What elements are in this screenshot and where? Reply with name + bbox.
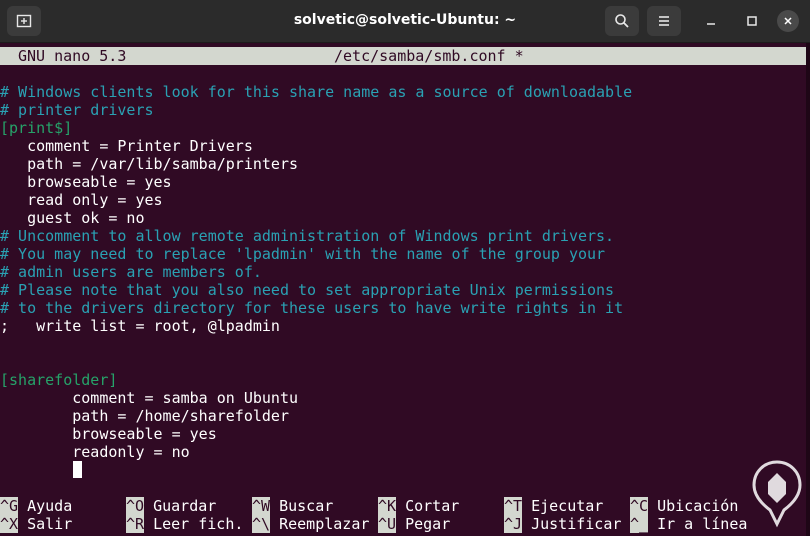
editor-line: browseable = yes [0, 173, 172, 191]
shortcut-label: Justificar [531, 515, 622, 533]
text-cursor [73, 461, 82, 478]
shortcut-key: ^K [378, 497, 397, 515]
maximize-button[interactable] [741, 10, 763, 32]
nano-version: GNU nano 5.3 [18, 47, 127, 65]
shortcut-item[interactable]: ^K Cortar [378, 497, 459, 515]
shortcut-key: ^J [504, 515, 523, 533]
editor-line: # Uncomment to allow remote administrati… [0, 227, 615, 245]
shortcut-item[interactable]: ^T Ejecutar [504, 497, 603, 515]
minimize-icon [707, 23, 715, 25]
shortcut-label: Buscar [279, 497, 334, 515]
title-bar: solvetic@solvetic-Ubuntu: ~ [0, 0, 810, 43]
shortcut-key: ^_ [630, 515, 649, 533]
search-icon [615, 14, 629, 28]
menu-button[interactable] [647, 6, 681, 36]
nano-header-bar: GNU nano 5.3 /etc/samba/smb.conf * [0, 47, 806, 65]
shortcut-key: ^X [0, 515, 19, 533]
shortcut-key: ^R [126, 515, 145, 533]
shortcut-label: Salir [27, 515, 73, 533]
shortcut-item[interactable]: ^\ Reemplazar [252, 515, 369, 533]
editor-line: read only = yes [0, 191, 163, 209]
shortcut-item[interactable]: ^W Buscar [252, 497, 333, 515]
editor-line: # printer drivers [0, 101, 154, 119]
search-button[interactable] [605, 6, 639, 36]
editor-line: path = /home/sharefolder [0, 407, 289, 425]
shortcut-item[interactable]: ^O Guardar [126, 497, 216, 515]
shortcut-label: Cortar [405, 497, 460, 515]
shortcut-key: ^T [504, 497, 523, 515]
shortcut-key: ^C [630, 497, 649, 515]
nano-filename: /etc/samba/smb.conf * [334, 47, 524, 65]
editor-line: # Please note that you also need to set … [0, 281, 615, 299]
scrollbar[interactable] [806, 43, 810, 536]
window-title: solvetic@solvetic-Ubuntu: ~ [293, 12, 517, 28]
close-icon [784, 17, 792, 25]
shortcut-item[interactable]: ^R Leer fich. [126, 515, 243, 533]
shortcut-label: Guardar [153, 497, 217, 515]
terminal-area[interactable]: GNU nano 5.3 /etc/samba/smb.conf * # Win… [0, 43, 810, 536]
hamburger-menu-icon [659, 16, 669, 26]
shortcut-key: ^O [126, 497, 145, 515]
shortcut-key: ^W [252, 497, 271, 515]
editor-line: browseable = yes [0, 425, 217, 443]
shortcut-key: ^\ [252, 515, 271, 533]
editor-line: # You may need to replace 'lpadmin' with… [0, 245, 606, 263]
editor-line: guest ok = no [0, 209, 145, 227]
shortcut-label: Ir a línea [657, 515, 748, 533]
shortcut-label: Ayuda [27, 497, 73, 515]
close-button[interactable] [777, 10, 799, 32]
shortcut-item[interactable]: ^G Ayuda [0, 497, 72, 515]
shortcut-label: Ubicación [657, 497, 739, 515]
solvetic-logo [752, 460, 802, 528]
shortcut-item[interactable]: ^U Pegar [378, 515, 450, 533]
editor-line: path = /var/lib/samba/printers [0, 155, 299, 173]
editor-line: [print$] [0, 119, 73, 137]
shortcut-item[interactable]: ^J Justificar [504, 515, 621, 533]
editor-line: comment = samba on Ubuntu [0, 389, 299, 407]
shortcut-item[interactable]: ^_ Ir a línea [630, 515, 747, 533]
minimize-button[interactable] [700, 10, 722, 32]
shortcut-key: ^U [378, 515, 397, 533]
shortcut-item[interactable]: ^C Ubicación [630, 497, 738, 515]
shortcut-label: Pegar [405, 515, 451, 533]
editor-line: # admin users are members of. [0, 263, 262, 281]
editor-line: # Windows clients look for this share na… [0, 83, 633, 101]
shortcut-label: Ejecutar [531, 497, 604, 515]
editor-line: ; write list = root, @lpadmin [0, 317, 280, 335]
shortcut-key: ^G [0, 497, 19, 515]
shortcut-label: Leer fich. [153, 515, 244, 533]
editor-line: comment = Printer Drivers [0, 137, 253, 155]
editor-line: # to the drivers directory for these use… [0, 299, 624, 317]
editor-line: readonly = no [0, 443, 190, 461]
editor-line: [sharefolder] [0, 371, 118, 389]
maximize-icon [747, 16, 757, 26]
shortcut-item[interactable]: ^X Salir [0, 515, 72, 533]
shortcut-label: Reemplazar [279, 515, 370, 533]
